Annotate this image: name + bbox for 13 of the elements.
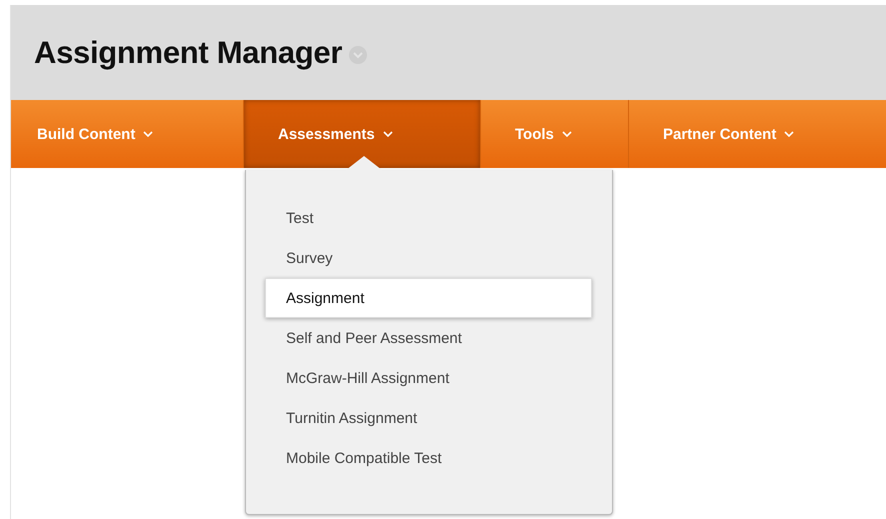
menu-item[interactable]: Self and Peer Assessment	[265, 318, 592, 358]
menu-item[interactable]: Assignment	[265, 278, 592, 318]
menu-item[interactable]: Survey	[265, 238, 592, 278]
page-title: Assignment Manager	[34, 34, 342, 70]
chevron-down-icon	[382, 131, 393, 137]
chevron-down-icon	[562, 131, 572, 137]
menu-item[interactable]: Test	[265, 198, 592, 238]
menu-item[interactable]: Turnitin Assignment	[265, 398, 592, 438]
menu-item[interactable]: Mobile Compatible Test	[265, 438, 592, 478]
menu-item[interactable]: McGraw-Hill Assignment	[265, 358, 592, 398]
chevron-down-icon	[784, 131, 794, 137]
chevron-down-icon	[143, 131, 154, 137]
nav-tab[interactable]: Assessments	[244, 100, 481, 168]
